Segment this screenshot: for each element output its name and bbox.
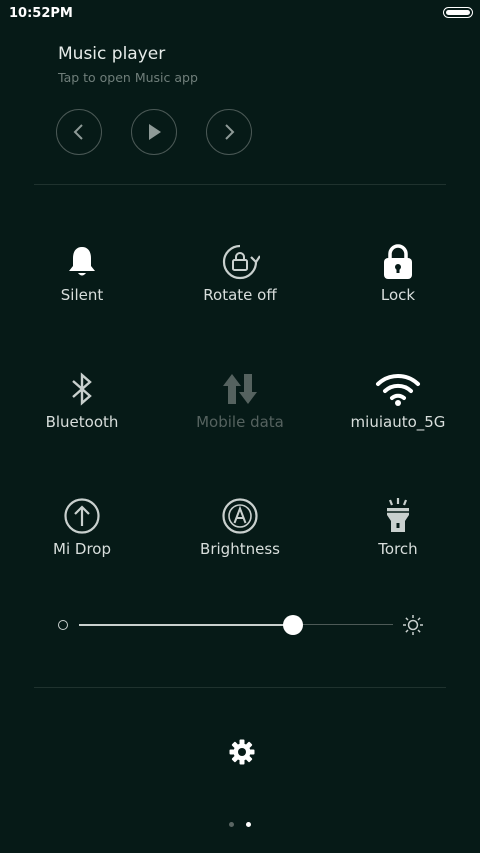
toggle-label: Torch [378,540,418,558]
torch-icon [387,498,409,532]
divider-top [34,184,446,185]
page-dot-2[interactable] [245,822,251,827]
toggle-label: Mobile data [196,413,284,431]
toggle-wifi[interactable]: miuiauto_5G [318,367,478,431]
toggle-mi-drop[interactable]: Mi Drop [2,494,162,558]
toggle-bluetooth[interactable]: Bluetooth [2,367,162,431]
rotate-lock-icon [222,244,260,280]
toggle-label: Rotate off [203,286,277,304]
slider-track-filled [79,624,293,626]
next-icon [225,124,235,140]
divider-bottom [34,687,446,688]
status-bar: 10:52PM [0,0,480,28]
previous-button[interactable] [56,109,102,155]
bluetooth-icon [72,372,92,406]
toggle-brightness[interactable]: Brightness [160,494,320,558]
brightness-high-icon [403,615,423,635]
toggle-label: Silent [60,286,104,304]
wifi-icon [376,374,420,406]
page-indicator [0,812,480,831]
music-player-title: Music player [58,44,166,64]
battery-fill [446,10,470,15]
toggle-label: Lock [380,286,416,304]
toggle-label: Mi Drop [53,540,111,558]
toggle-label: Brightness [200,540,280,558]
brightness-slider[interactable] [58,612,428,638]
mi-drop-icon [64,498,100,534]
slider-track-empty [293,624,393,625]
slider-thumb[interactable] [283,615,303,635]
play-button[interactable] [131,109,177,155]
music-player-subtitle: Tap to open Music app [58,70,198,85]
toggle-label: Bluetooth [45,413,119,431]
lock-icon [384,244,412,279]
battery-icon [443,7,473,18]
toggle-torch[interactable]: Torch [318,494,478,558]
toggle-silent[interactable]: Silent [2,240,162,304]
play-icon [149,124,161,140]
auto-brightness-icon [222,498,258,534]
toggle-rotate[interactable]: Rotate off [160,240,320,304]
bell-icon [69,247,95,276]
next-button[interactable] [206,109,252,155]
mobile-data-icon [223,374,257,404]
music-player-header[interactable]: Music player Tap to open Music app [58,44,198,85]
toggle-lock[interactable]: Lock [318,240,478,304]
page-dot-1[interactable] [229,822,235,827]
previous-icon [73,124,83,140]
toggle-label: miuiauto_5G [350,413,446,431]
music-controls [56,109,256,159]
settings-gear-icon[interactable] [228,738,256,766]
status-time: 10:52PM [9,6,73,21]
brightness-low-icon [58,620,68,630]
toggle-mobile-data[interactable]: Mobile data [160,367,320,431]
